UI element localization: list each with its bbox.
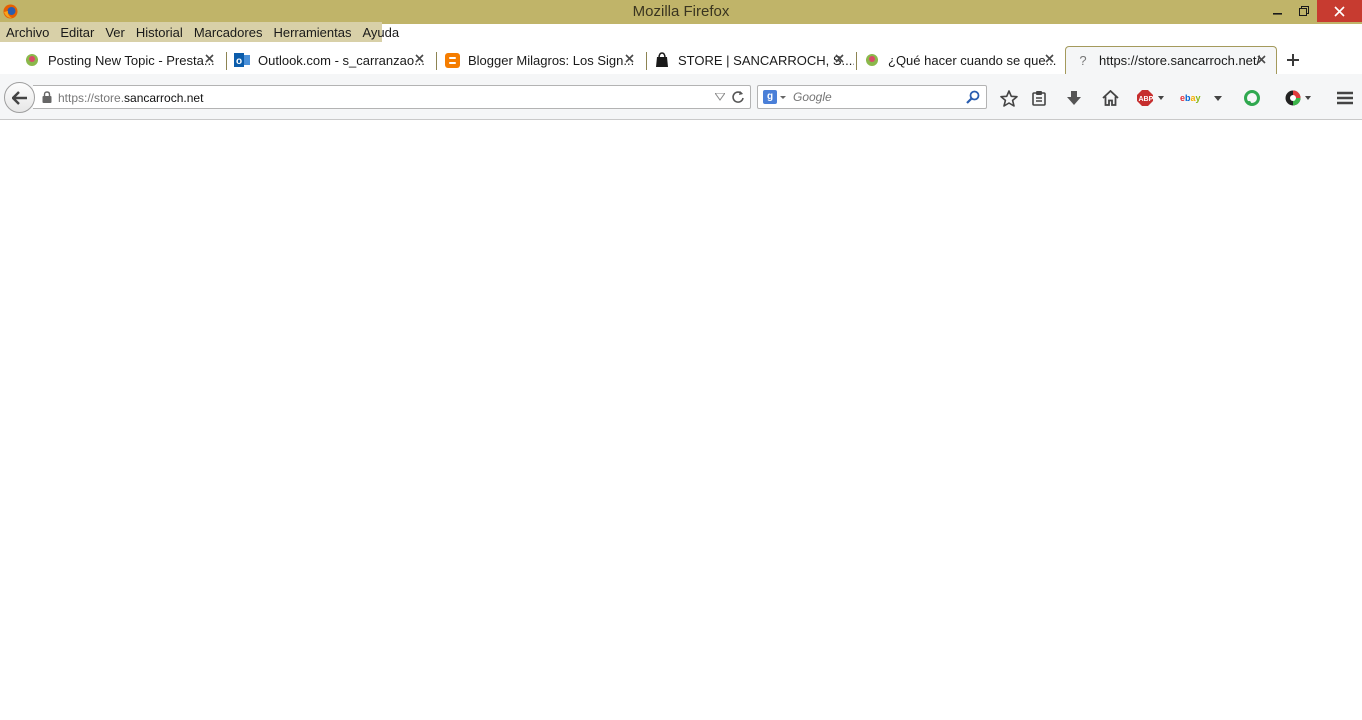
- reload-icon[interactable]: [731, 90, 745, 104]
- restore-icon: [1298, 5, 1309, 16]
- tab-separator: [856, 52, 857, 70]
- tab-strip: Posting New Topic - Presta... o Outlook.…: [0, 46, 1362, 74]
- tab-label: Outlook.com - s_carranzao...: [258, 52, 425, 68]
- clipboard-icon: [1032, 91, 1046, 106]
- minimize-button[interactable]: [1265, 0, 1291, 22]
- new-tab-button[interactable]: [1283, 50, 1303, 70]
- url-domain: sancarroch.net: [124, 91, 204, 105]
- ebay-button[interactable]: ebay: [1180, 89, 1206, 107]
- title-bar: Mozilla Firefox: [0, 0, 1362, 24]
- color-picker-extension-button[interactable]: [1283, 89, 1315, 107]
- close-window-button[interactable]: [1317, 0, 1362, 22]
- menu-historial[interactable]: Historial: [132, 25, 187, 40]
- tab-separator: [436, 52, 437, 70]
- history-dropdown-icon[interactable]: [715, 93, 725, 101]
- menu-editar[interactable]: Editar: [56, 25, 98, 40]
- tab-label: https://store.sancarroch.net/: [1099, 53, 1261, 68]
- close-tab-icon[interactable]: [1044, 53, 1056, 65]
- extension-green-ring-button[interactable]: [1241, 89, 1263, 107]
- bookmark-star-button[interactable]: [998, 89, 1020, 107]
- tab-label: Posting New Topic - Presta...: [48, 52, 215, 68]
- url-text[interactable]: https://store.sancarroch.net: [58, 91, 203, 105]
- url-prefix: https://store.: [58, 91, 125, 105]
- chevron-down-icon[interactable]: [780, 90, 787, 104]
- close-tab-icon[interactable]: [414, 53, 426, 65]
- minimize-icon: [1273, 13, 1282, 15]
- tab-store-sancarroch[interactable]: STORE | SANCARROCH, S....: [654, 46, 854, 74]
- search-bar[interactable]: g: [757, 85, 987, 109]
- color-wheel-icon: [1285, 90, 1311, 106]
- tab-label: Blogger Milagros: Los Sign...: [468, 52, 635, 68]
- blogger-icon: [444, 52, 460, 68]
- ebay-dropdown-button[interactable]: [1210, 89, 1226, 107]
- menu-herramientas[interactable]: Herramientas: [269, 25, 355, 40]
- tab-active-store[interactable]: ? https://store.sancarroch.net/: [1065, 46, 1277, 74]
- close-tab-icon[interactable]: [624, 53, 636, 65]
- plus-icon: [1287, 54, 1299, 66]
- tab-outlook[interactable]: o Outlook.com - s_carranzao...: [234, 46, 434, 74]
- tab-separator: [226, 52, 227, 70]
- adblock-plus-button[interactable]: ABP: [1136, 89, 1168, 107]
- tab-blogger[interactable]: Blogger Milagros: Los Sign...: [444, 46, 644, 74]
- ebay-icon: ebay: [1180, 93, 1201, 103]
- tab-label: STORE | SANCARROCH, S....: [678, 52, 854, 68]
- menu-ver[interactable]: Ver: [101, 25, 129, 40]
- adblock-plus-icon: ABP: [1137, 90, 1164, 106]
- store-bag-icon: [654, 52, 670, 68]
- open-menu-button[interactable]: [1334, 89, 1356, 107]
- menu-marcadores[interactable]: Marcadores: [190, 25, 267, 40]
- close-tab-icon[interactable]: [204, 53, 216, 65]
- page-content-area[interactable]: [0, 121, 1362, 720]
- home-button[interactable]: [1099, 89, 1121, 107]
- back-button[interactable]: [4, 82, 35, 113]
- svg-text:ebay: ebay: [1180, 93, 1201, 103]
- menu-ayuda[interactable]: Ayuda: [358, 25, 403, 40]
- prestashop-icon: [864, 52, 880, 68]
- tab-separator: [646, 52, 647, 70]
- bookmarks-menu-button[interactable]: [1028, 89, 1050, 107]
- tab-posting-new-topic[interactable]: Posting New Topic - Presta...: [24, 46, 224, 74]
- svg-text:o: o: [236, 56, 242, 67]
- window-title: Mozilla Firefox: [632, 3, 730, 20]
- prestashop-icon: [24, 52, 40, 68]
- question-icon: ?: [1079, 53, 1087, 68]
- url-bar[interactable]: https://store.sancarroch.net: [33, 85, 751, 109]
- lock-icon[interactable]: [41, 91, 53, 103]
- close-icon: [1334, 5, 1345, 17]
- search-icon[interactable]: [966, 90, 980, 104]
- menu-archivo[interactable]: Archivo: [2, 25, 53, 40]
- back-arrow-icon: [11, 90, 27, 105]
- tab-label: ¿Qué hacer cuando se que...: [888, 52, 1057, 68]
- downloads-button[interactable]: [1063, 89, 1085, 107]
- menu-bar: Archivo Editar Ver Historial Marcadores …: [0, 22, 399, 42]
- home-icon: [1101, 90, 1119, 106]
- restore-button[interactable]: [1291, 0, 1317, 22]
- green-ring-icon: [1244, 90, 1260, 106]
- tab-que-hacer[interactable]: ¿Qué hacer cuando se que...: [864, 46, 1064, 74]
- chevron-down-icon: [1214, 96, 1222, 101]
- hamburger-menu-icon: [1337, 91, 1353, 105]
- close-tab-icon[interactable]: [834, 53, 846, 65]
- google-engine-icon[interactable]: g: [763, 90, 777, 104]
- close-tab-icon[interactable]: [1256, 54, 1268, 66]
- star-icon: [1000, 89, 1018, 107]
- svg-text:ABP: ABP: [1139, 96, 1154, 103]
- navigation-toolbar: https://store.sancarroch.net g ABP ebay: [0, 74, 1362, 120]
- search-input[interactable]: [793, 88, 963, 106]
- outlook-icon: o: [234, 52, 250, 68]
- download-arrow-icon: [1067, 91, 1081, 105]
